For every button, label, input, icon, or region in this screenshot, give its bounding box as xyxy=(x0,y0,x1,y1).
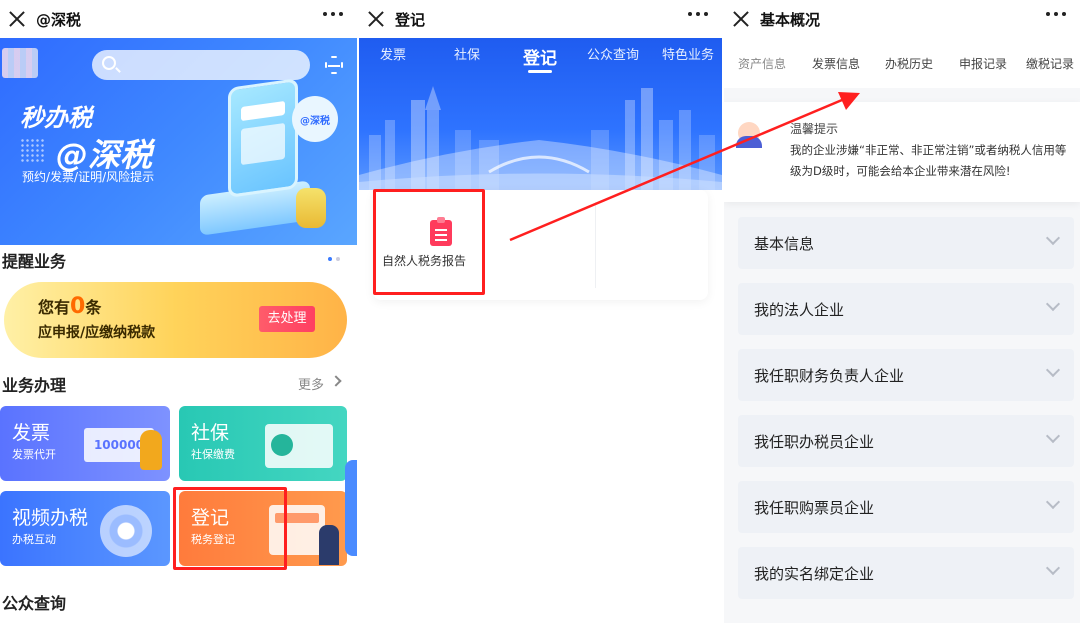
banner-subtitle: 预约/发票/证明/风险提示 xyxy=(22,170,155,184)
more-options-icon[interactable] xyxy=(1046,12,1066,16)
tile-subtitle: 社保缴费 xyxy=(191,448,235,461)
coin-illustration xyxy=(296,188,326,228)
chevron-right-icon[interactable] xyxy=(330,375,342,387)
section-title-public-query: 公众查询 xyxy=(2,594,67,613)
carousel-pager xyxy=(328,257,340,261)
tab-invoice[interactable]: 发票 xyxy=(359,44,427,69)
tile-social-security[interactable]: 社保 社保缴费 xyxy=(179,406,347,481)
presenter-illustration xyxy=(319,525,339,565)
row-legal-person-companies[interactable]: 我的法人企业 xyxy=(738,283,1074,335)
process-button[interactable]: 去处理 xyxy=(259,306,315,332)
tab-filing-records[interactable]: 申报记录 xyxy=(946,55,1020,72)
panel-home: @深税 秒办税 @深税 预约/发票/证明/风险提示 @深税 提醒业务 您有0条 … xyxy=(0,0,357,623)
row-finance-head-companies[interactable]: 我任职财务负责人企业 xyxy=(738,349,1074,401)
screenshot-collage: @深税 秒办税 @深税 预约/发票/证明/风险提示 @深税 提醒业务 您有0条 … xyxy=(0,0,1080,623)
tile-title: 社保 xyxy=(191,422,230,444)
row-label: 我的实名绑定企业 xyxy=(754,565,875,583)
chevron-down-icon xyxy=(1045,362,1061,378)
camera-illustration xyxy=(100,505,152,557)
section-title-reminder: 提醒业务 xyxy=(2,252,67,271)
tile-video-tax[interactable]: 视频办税 办税互动 xyxy=(0,491,170,566)
tab-social-security[interactable]: 社保 xyxy=(427,44,507,69)
row-label: 我任职购票员企业 xyxy=(754,499,875,517)
page-title: @深税 xyxy=(36,10,82,29)
close-icon[interactable] xyxy=(365,8,387,30)
more-options-icon[interactable] xyxy=(688,12,708,16)
tile-subtitle: 发票代开 xyxy=(12,448,56,461)
tab-special-business[interactable]: 特色业务 xyxy=(653,44,722,69)
panel-overview: 基本概况 资产信息 发票信息 办税历史 申报记录 缴税记录 温馨提示 我的企业涉… xyxy=(724,0,1080,623)
chevron-down-icon xyxy=(1045,230,1061,246)
reminder-description: 应申报/应缴纳税款 xyxy=(38,325,156,341)
tab-payment-records[interactable]: 缴税记录 xyxy=(1020,55,1080,72)
tab-registration[interactable]: 登记 xyxy=(507,44,573,69)
search-icon xyxy=(102,56,116,70)
social-card-illustration xyxy=(265,424,333,468)
tile-invoice[interactable]: 100000 发票 发票代开 xyxy=(0,406,170,481)
reminder-card[interactable]: 您有0条 应申报/应缴纳税款 去处理 xyxy=(4,282,347,358)
row-real-name-companies[interactable]: 我的实名绑定企业 xyxy=(738,547,1074,599)
tab-invoice-info[interactable]: 发票信息 xyxy=(800,55,872,72)
grid-divider xyxy=(595,202,596,288)
title-bar: 基本概况 xyxy=(724,0,1080,38)
tab-tax-history[interactable]: 办税历史 xyxy=(872,55,946,72)
banner-headline: 秒办税 xyxy=(20,104,92,132)
title-bar: 登记 xyxy=(359,0,722,38)
row-basic-info[interactable]: 基本信息 xyxy=(738,217,1074,269)
hero-banner[interactable]: 秒办税 @深税 预约/发票/证明/风险提示 @深税 xyxy=(0,38,357,245)
phone-illustration xyxy=(228,78,298,198)
chevron-down-icon xyxy=(1045,296,1061,312)
row-tax-clerk-companies[interactable]: 我任职办税员企业 xyxy=(738,415,1074,467)
row-ticket-buyer-companies[interactable]: 我任职购票员企业 xyxy=(738,481,1074,533)
tip-title: 温馨提示 xyxy=(790,122,839,136)
panel-registration: 登记 发票 社保 登记 公众查询 特色业务 自然人税务报告 xyxy=(359,0,722,623)
tab-public-query[interactable]: 公众查询 xyxy=(573,44,653,69)
decor-dots xyxy=(20,138,44,162)
brand-bubble: @深税 xyxy=(292,96,338,142)
chevron-down-icon xyxy=(1045,560,1061,576)
reminder-suffix: 条 xyxy=(85,298,102,317)
title-bar: @深税 xyxy=(0,0,357,38)
row-label: 我的法人企业 xyxy=(754,301,845,319)
category-nav: 发票 社保 登记 公众查询 特色业务 xyxy=(359,44,722,69)
floating-side-tab[interactable] xyxy=(345,460,357,556)
overview-tabs: 资产信息 发票信息 办税历史 申报记录 缴税记录 xyxy=(724,38,1080,88)
page-title: 登记 xyxy=(395,10,426,29)
person-illustration xyxy=(140,430,162,470)
section-title-business: 业务办理 xyxy=(2,376,67,395)
reminder-count: 0 xyxy=(70,294,86,319)
row-label: 我任职办税员企业 xyxy=(754,433,875,451)
scan-icon[interactable] xyxy=(323,54,345,76)
tip-body: 我的企业涉嫌“非正常、非正常注销”或者纳税人信用等级为D级时，可能会给本企业带来… xyxy=(790,143,1067,178)
tile-title: 发票 xyxy=(12,422,51,444)
tile-title: 视频办税 xyxy=(12,507,89,529)
highlight-box-report xyxy=(373,189,485,295)
chevron-down-icon xyxy=(1045,494,1061,510)
page-title: 基本概况 xyxy=(760,10,821,29)
avatar[interactable] xyxy=(2,48,38,78)
skyline-illustration xyxy=(359,86,722,190)
close-icon[interactable] xyxy=(6,8,28,30)
tile-subtitle: 办税互动 xyxy=(12,533,56,546)
city-banner: 发票 社保 登记 公众查询 特色业务 xyxy=(359,38,722,190)
tab-asset-info[interactable]: 资产信息 xyxy=(724,55,800,72)
reminder-prefix: 您有 xyxy=(38,298,71,317)
row-label: 基本信息 xyxy=(754,235,815,253)
active-tab-indicator xyxy=(528,70,552,73)
warning-tip-card: 温馨提示 我的企业涉嫌“非正常、非正常注销”或者纳税人信用等级为D级时，可能会给… xyxy=(724,102,1080,202)
row-label: 我任职财务负责人企业 xyxy=(754,367,905,385)
assistant-avatar xyxy=(736,122,762,148)
chevron-down-icon xyxy=(1045,428,1061,444)
more-options-icon[interactable] xyxy=(323,12,343,16)
search-input[interactable] xyxy=(92,50,310,80)
reminder-count-line: 您有0条 xyxy=(38,294,101,319)
close-icon[interactable] xyxy=(730,8,752,30)
highlight-box-registration xyxy=(173,487,287,570)
more-link[interactable]: 更多 xyxy=(298,374,324,393)
